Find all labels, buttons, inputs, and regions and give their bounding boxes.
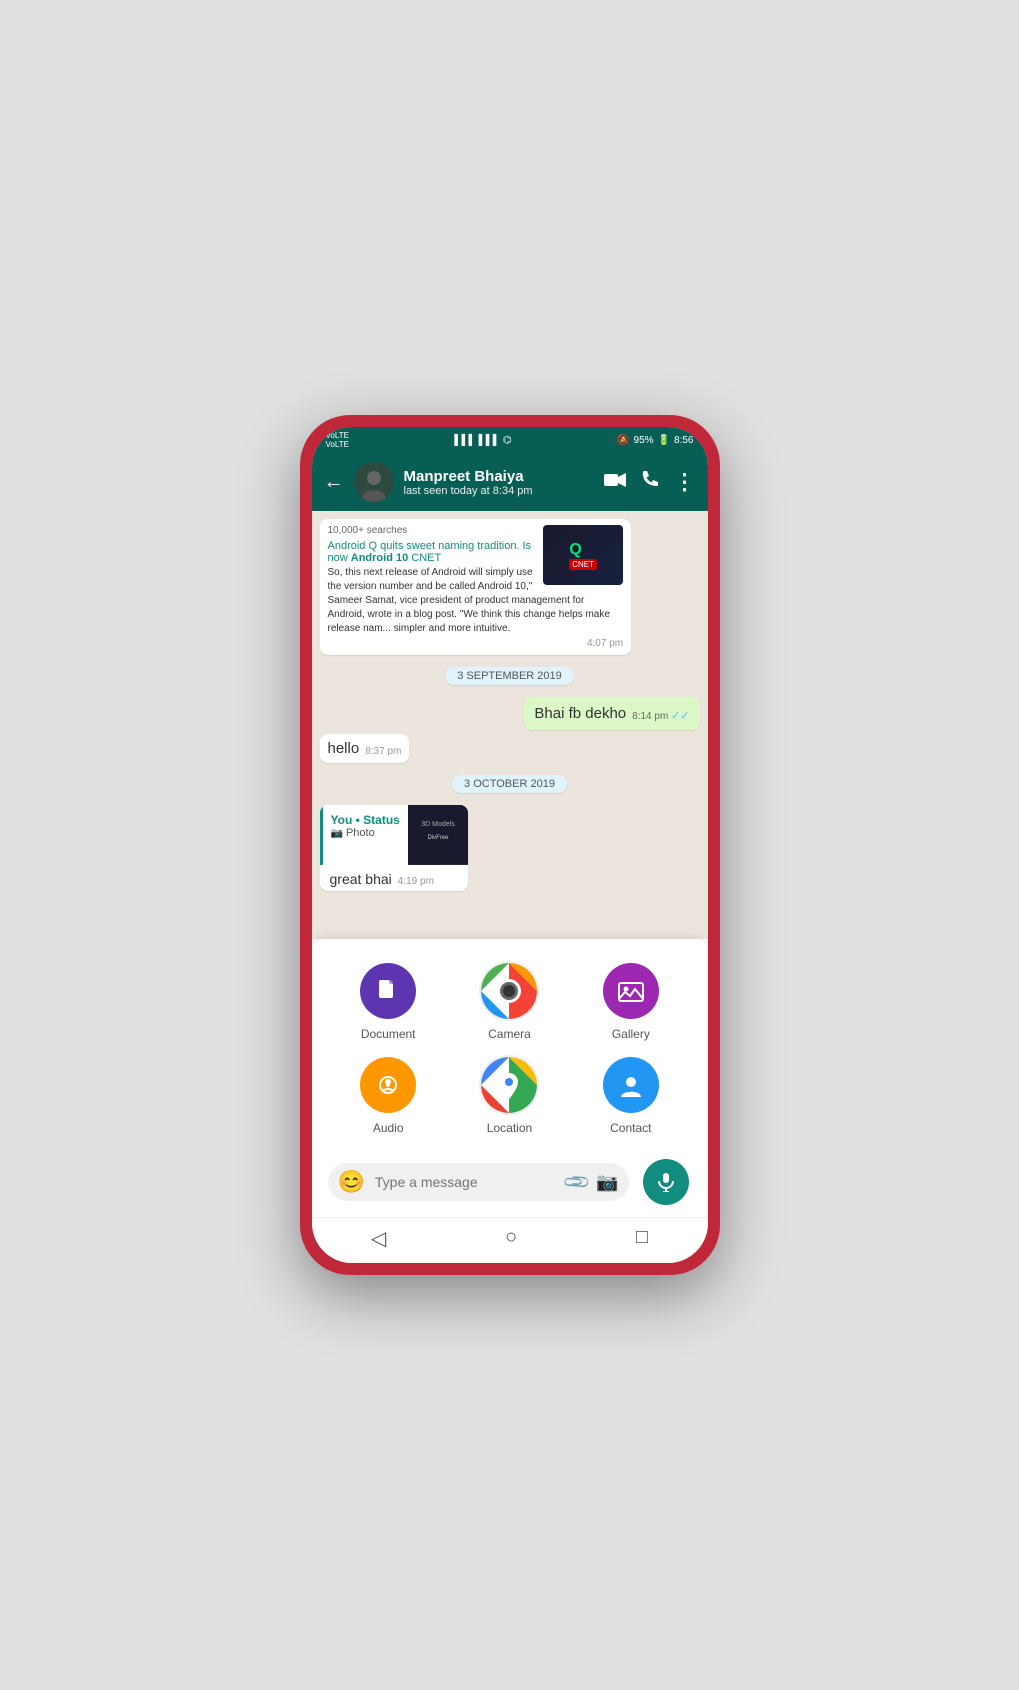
- cnet-badge: CNET: [569, 559, 597, 570]
- received-hello-bubble: hello 8:37 pm: [320, 734, 410, 763]
- location-label: Location: [487, 1121, 532, 1135]
- mic-button[interactable]: [643, 1159, 689, 1205]
- article-time: 4:07 pm: [328, 638, 624, 649]
- nav-back-button[interactable]: ◁: [371, 1226, 386, 1251]
- avatar[interactable]: [354, 462, 394, 502]
- status-thumb-content: 3D Models DivFree: [408, 805, 468, 866]
- status-fwd-sub: 📷 Photo: [331, 827, 400, 839]
- attach-location[interactable]: Location: [457, 1057, 562, 1135]
- sent-message-bubble: Bhai fb dekho 8:14 pm ✓✓: [524, 697, 699, 730]
- attach-button[interactable]: 📎: [562, 1167, 593, 1198]
- silent-icon: 🔕: [617, 435, 629, 446]
- nav-home-button[interactable]: ○: [505, 1226, 517, 1251]
- attach-audio[interactable]: Audio: [336, 1057, 441, 1135]
- phone-screen: VoLTE VoLTE ▌▌▌ ▌▌▌ ⌬ 🔕 95% 🔋 8:56 ←: [312, 427, 708, 1263]
- attach-grid: Document: [312, 955, 708, 1155]
- recv-text: hello: [328, 740, 360, 757]
- message-input[interactable]: [373, 1172, 558, 1192]
- battery-icon: 🔋: [658, 435, 670, 446]
- chat-header: ← Manpreet Bhaiya last seen today at 8:3…: [312, 453, 708, 511]
- audio-icon: [360, 1057, 416, 1113]
- sent-text: Bhai fb dekho: [534, 705, 626, 722]
- attach-contact[interactable]: Contact: [578, 1057, 683, 1135]
- attach-document[interactable]: Document: [336, 963, 441, 1041]
- audio-label: Audio: [373, 1121, 404, 1135]
- contact-name: Manpreet Bhaiya: [404, 468, 594, 485]
- date-badge-2: 3 OCTOBER 2019: [452, 775, 567, 793]
- phone-frame: VoLTE VoLTE ▌▌▌ ▌▌▌ ⌬ 🔕 95% 🔋 8:56 ←: [300, 415, 720, 1275]
- avatar-image: [354, 462, 394, 502]
- sent-ticks: ✓✓: [671, 710, 689, 722]
- nav-bar: ◁ ○ □: [312, 1217, 708, 1263]
- status-card: You • Status 📷 Photo 3D Models DivFree: [320, 805, 468, 891]
- status-network: VoLTE VoLTE: [326, 431, 349, 449]
- contact-info: Manpreet Bhaiya last seen today at 8:34 …: [404, 468, 594, 497]
- document-icon: [360, 963, 416, 1019]
- sent-time: 8:14 pm ✓✓: [632, 709, 689, 722]
- camera-label: Camera: [488, 1027, 531, 1041]
- battery-label: 95%: [634, 435, 654, 446]
- camera-input-button[interactable]: 📷: [596, 1172, 618, 1193]
- message-input-bar: 😊 📎 📷: [328, 1163, 629, 1201]
- attach-gallery[interactable]: Gallery: [578, 963, 683, 1041]
- article-bubble: Q CNET 10,000+ searches Android Q quits …: [320, 519, 632, 655]
- back-button[interactable]: ←: [324, 471, 344, 494]
- camera-icon: [481, 963, 537, 1019]
- gallery-icon: [603, 963, 659, 1019]
- attach-camera[interactable]: Camera: [457, 963, 562, 1041]
- date-separator-1: 3 SEPTEMBER 2019: [320, 667, 700, 685]
- document-label: Document: [361, 1027, 416, 1041]
- recv-time: 8:37 pm: [365, 746, 401, 757]
- time-label: 8:56: [674, 435, 693, 446]
- status-card-left: You • Status 📷 Photo: [320, 805, 408, 865]
- emoji-button[interactable]: 😊: [338, 1169, 365, 1195]
- status-card-time: 4:19 pm: [398, 876, 434, 887]
- contact-label: Contact: [610, 1121, 651, 1135]
- great-bhai-text: great bhai: [330, 871, 392, 887]
- wifi-icon: ⌬: [503, 435, 512, 446]
- signal2-icon: ▌▌▌: [479, 435, 500, 446]
- svg-text:DivFree: DivFree: [427, 835, 449, 841]
- status-fwd-label: You • Status: [331, 813, 400, 827]
- nav-recent-button[interactable]: □: [636, 1226, 648, 1251]
- date-separator-2: 3 OCTOBER 2019: [320, 775, 700, 793]
- status-right: 🔕 95% 🔋 8:56: [617, 435, 693, 446]
- status-card-inner: You • Status 📷 Photo 3D Models DivFree: [320, 805, 468, 865]
- input-row: 😊 📎 📷: [312, 1155, 708, 1209]
- date-badge-1: 3 SEPTEMBER 2019: [445, 667, 574, 685]
- chat-area: Q CNET 10,000+ searches Android Q quits …: [312, 511, 708, 939]
- status-thumbnail: 3D Models DivFree: [408, 805, 468, 865]
- article-thumbnail: Q CNET: [543, 525, 623, 585]
- contact-icon: [603, 1057, 659, 1113]
- location-icon: [481, 1057, 537, 1113]
- voice-call-icon[interactable]: [640, 470, 660, 495]
- svg-text:3D Models: 3D Models: [421, 821, 455, 828]
- signal-icons: ▌▌▌ ▌▌▌ ⌬: [454, 435, 511, 446]
- more-options-icon[interactable]: ⋮: [674, 469, 696, 495]
- last-seen: last seen today at 8:34 pm: [404, 485, 594, 497]
- status-bar: VoLTE VoLTE ▌▌▌ ▌▌▌ ⌬ 🔕 95% 🔋 8:56: [312, 427, 708, 453]
- signal1-icon: ▌▌▌: [454, 435, 475, 446]
- video-call-icon[interactable]: [604, 472, 626, 493]
- header-icons: ⋮: [604, 469, 696, 495]
- status-card-body: great bhai 4:19 pm: [320, 865, 468, 891]
- gallery-label: Gallery: [612, 1027, 650, 1041]
- attach-panel: Document: [312, 939, 708, 1217]
